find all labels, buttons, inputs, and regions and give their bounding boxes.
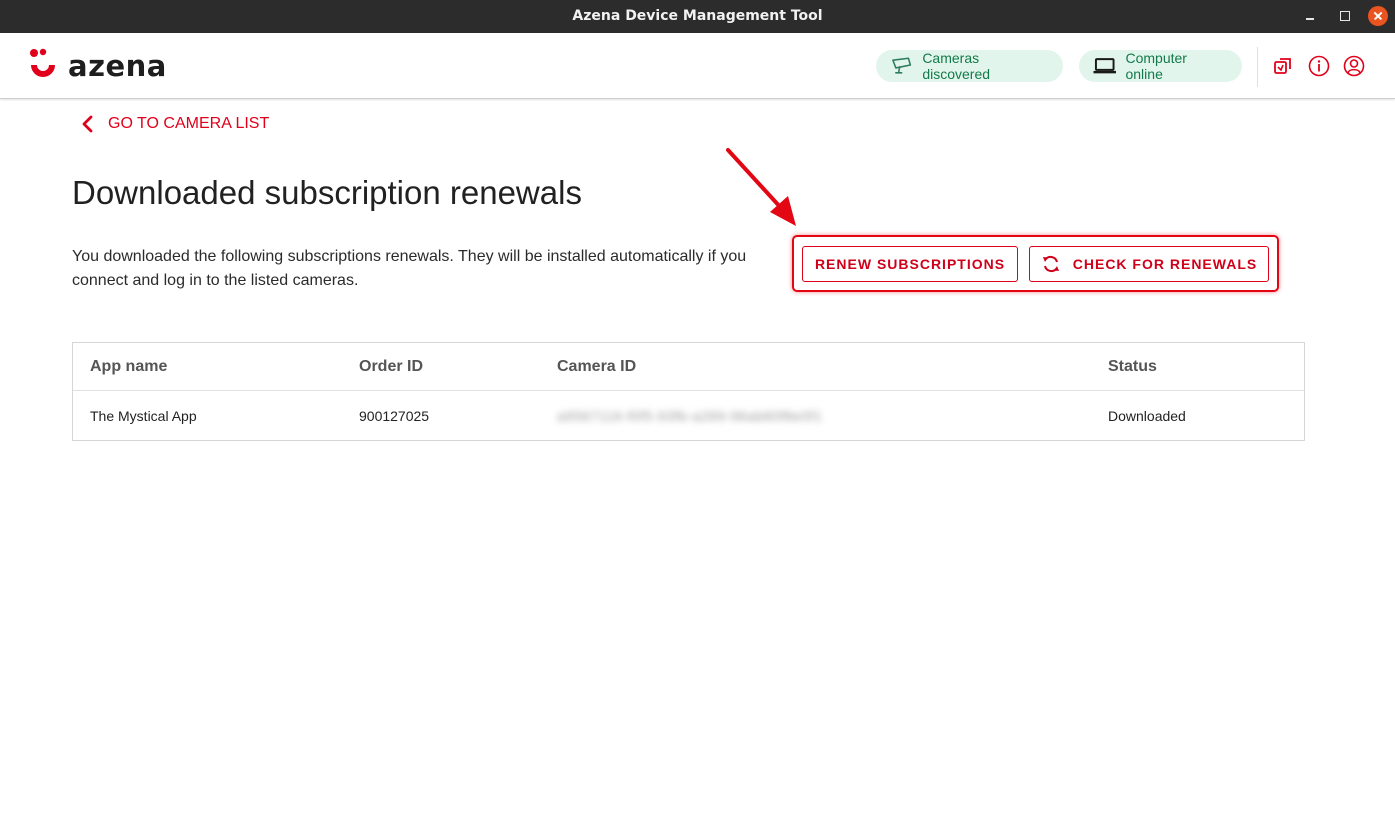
table-header-row: App name Order ID Camera ID Status (73, 343, 1304, 391)
laptop-icon (1093, 58, 1116, 74)
annotation-arrow-icon (726, 148, 796, 226)
window-title: Azena Device Management Tool (572, 8, 823, 24)
minimize-button[interactable] (1300, 6, 1320, 26)
cameras-discovered-chip: Cameras discovered (876, 50, 1063, 82)
info-icon[interactable] (1308, 55, 1330, 77)
cell-order-id: 900127025 (359, 408, 430, 424)
camera-icon (892, 57, 912, 74)
logo-text: azena (68, 49, 167, 83)
page-description: You downloaded the following subscriptio… (72, 248, 747, 289)
computer-online-chip: Computer online (1079, 50, 1242, 82)
check-for-renewals-label: CHECK FOR RENEWALS (1072, 256, 1258, 272)
cell-status: Downloaded (1108, 408, 1186, 424)
page-title: Downloaded subscription renewals (72, 174, 582, 211)
col-header-camera-id[interactable]: Camera ID (557, 343, 636, 391)
go-to-camera-list-label: GO TO CAMERA LIST (108, 115, 270, 132)
go-to-camera-list-link[interactable]: GO TO CAMERA LIST (80, 114, 269, 134)
azena-logo-icon (30, 48, 55, 77)
maximize-button[interactable] (1334, 6, 1354, 26)
cell-camera-id: a9567116-f0f5-93fb-a289-96ab80f8e0f1 (557, 408, 823, 424)
user-icon[interactable] (1343, 55, 1365, 77)
renew-subscriptions-label: RENEW SUBSCRIPTIONS (814, 256, 1006, 272)
sync-icon[interactable] (1272, 55, 1294, 77)
col-header-order-id[interactable]: Order ID (359, 343, 423, 391)
azena-logo[interactable]: azena (26, 46, 167, 86)
app-header: azena Cameras discovered Computer online (0, 33, 1395, 99)
cell-app-name: The Mystical App (90, 408, 197, 424)
chevron-left-icon (82, 115, 93, 133)
close-window-button[interactable] (1368, 6, 1388, 26)
col-header-status[interactable]: Status (1108, 343, 1157, 391)
window-titlebar: Azena Device Management Tool (0, 0, 1395, 33)
header-divider (1257, 47, 1258, 87)
col-header-app-name[interactable]: App name (90, 343, 167, 391)
cameras-discovered-label: Cameras discovered (922, 50, 991, 82)
renewals-table: App name Order ID Camera ID Status The M… (72, 342, 1305, 441)
refresh-icon (1042, 255, 1059, 273)
renew-subscriptions-button[interactable]: RENEW SUBSCRIPTIONS (802, 246, 1018, 282)
check-for-renewals-button[interactable]: CHECK FOR RENEWALS (1029, 246, 1269, 282)
computer-online-label: Computer online (1125, 50, 1187, 82)
table-row[interactable]: The Mystical App 900127025 a9567116-f0f5… (73, 392, 1304, 440)
